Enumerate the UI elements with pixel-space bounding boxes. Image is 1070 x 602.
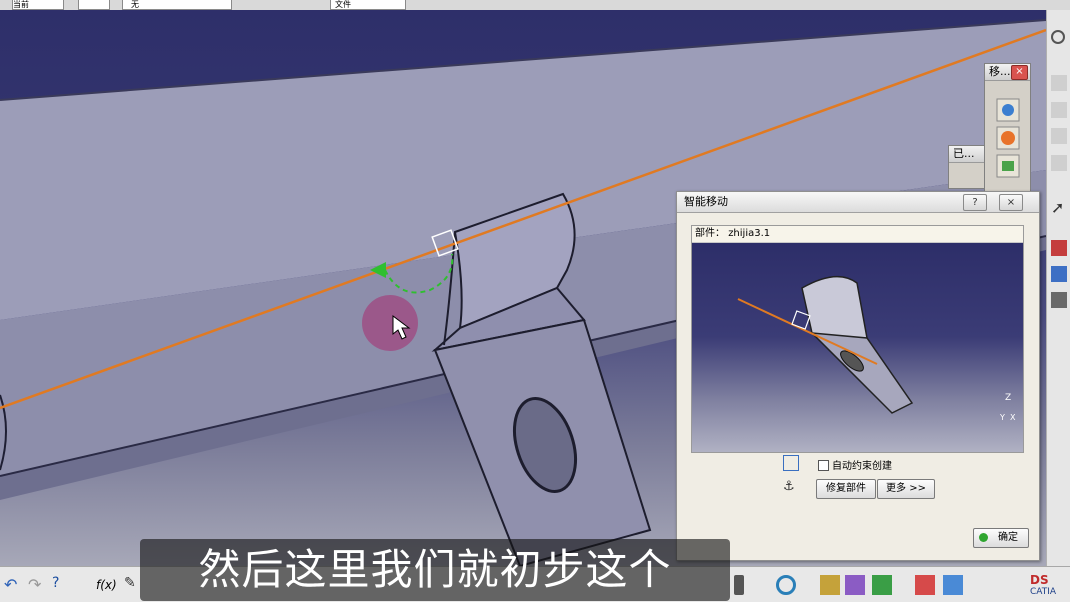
catalog-icon[interactable] [820,575,840,595]
dialog-help-button[interactable]: ? [963,194,987,211]
measure-icon[interactable] [734,575,744,595]
update-icon[interactable] [776,575,796,595]
scenes-icon[interactable] [845,575,865,595]
tool-icon-2[interactable] [1051,102,1067,118]
formula-icon[interactable]: f(x) [96,575,117,595]
gear-icon[interactable] [1051,30,1065,44]
view-icon[interactable] [943,575,963,595]
redo-icon[interactable]: ↷ [28,575,48,595]
ok-button[interactable]: 确定 [973,528,1029,548]
part-preview-frame: 部件： zhijia3.1 Z X Y [691,225,1024,453]
fix-icon[interactable] [1051,266,1067,282]
more-button[interactable]: 更多 >> [877,479,935,499]
ok-icon [979,533,988,542]
help-icon[interactable]: ? [52,575,72,595]
part-label-row: 部件： zhijia3.1 [692,226,1023,243]
part-value: zhijia3.1 [728,228,771,239]
tool-icon-1[interactable] [1051,75,1067,91]
cursor-highlight [362,295,418,351]
right-toolbar: ➚ [1046,10,1070,566]
bom-icon[interactable] [1051,292,1067,308]
tool-icon-4[interactable] [1051,155,1067,171]
ok-button-label: 确定 [998,532,1018,543]
combo-2[interactable] [78,0,110,10]
axis-z-label: Z [1005,393,1012,403]
catia-logo-icon: DS CATIA [1030,573,1057,597]
tool-icon-3[interactable] [1051,128,1067,144]
grid-icon[interactable] [915,575,935,595]
part-label: 部件： [695,228,725,239]
repair-part-button[interactable]: 修复部件 [816,479,876,499]
constraint-type-icon[interactable] [783,455,799,471]
dialog-close-button[interactable]: × [999,194,1023,211]
move-panel-close-button[interactable]: × [1011,65,1028,80]
auto-constraint-checkbox[interactable] [818,460,829,471]
select-arrow-icon[interactable]: ➚ [1051,200,1067,216]
auto-constraint-label: 自动约束创建 [832,461,892,472]
move-toolbar-panel: 移... × [984,63,1031,193]
anchor-icon[interactable]: ⚓ [783,479,797,495]
move-panel-title: 移... [989,65,1011,78]
constraint-panel-title: 已... [949,146,989,163]
undo-icon[interactable]: ↶ [4,575,24,595]
combo-current[interactable]: 当前 [12,0,64,10]
catia-window: 当前 无 文件 已... 移... × 智能移动 ? × 部件： zhijia3… [0,0,1070,602]
combo-none[interactable]: 无 [122,0,232,10]
smart-move-dialog: 智能移动 ? × 部件： zhijia3.1 Z X Y ⚓ 自动约束创建 修复… [676,191,1040,561]
axis-x-label: X [1010,413,1016,422]
dialog-title: 智能移动 [684,195,728,208]
preview-model [737,275,914,414]
combo-file[interactable]: 文件 [330,0,406,10]
analysis-icon[interactable] [872,575,892,595]
video-subtitle: 然后这里我们就初步这个 [140,539,730,601]
move-tools [996,98,1020,178]
constraint-icon[interactable] [1051,240,1067,256]
part-preview-viewer[interactable]: Z X Y [692,243,1023,452]
axis-y-label: Y [1000,413,1005,422]
